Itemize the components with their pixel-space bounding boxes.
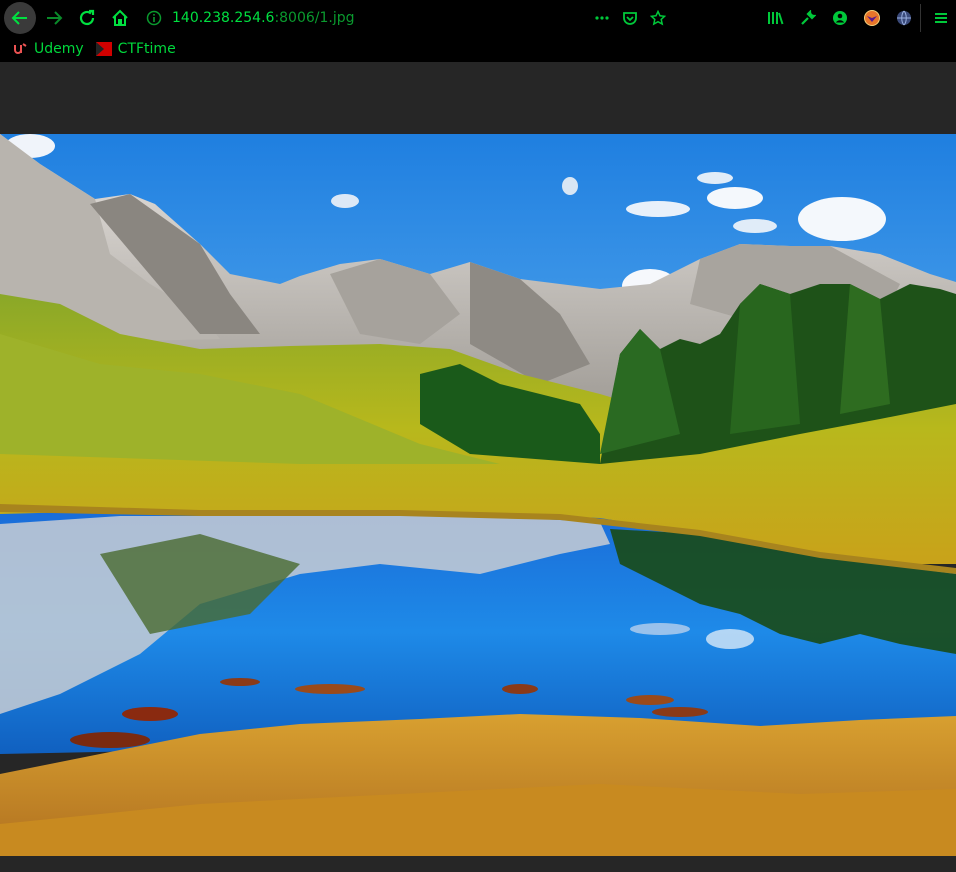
bookmark-star-button[interactable] xyxy=(644,4,672,32)
back-button[interactable] xyxy=(4,2,36,34)
back-arrow-icon xyxy=(11,11,27,25)
open-menu-button[interactable] xyxy=(928,4,954,32)
account-button[interactable] xyxy=(824,4,856,32)
hamburger-menu-icon xyxy=(935,13,947,23)
reload-button[interactable] xyxy=(72,3,102,33)
url-actions xyxy=(588,4,672,32)
url-path: :8006/1.jpg xyxy=(274,10,355,26)
bookmark-label: Udemy xyxy=(34,41,84,57)
more-dots-icon xyxy=(595,16,609,20)
url-text[interactable]: 140.238.254.6:8006/1.jpg xyxy=(172,10,355,26)
forward-arrow-icon xyxy=(47,11,63,25)
url-host: 140.238.254.6 xyxy=(172,10,275,26)
ctftime-flag-icon xyxy=(95,41,112,57)
browser-tools xyxy=(760,4,920,32)
pocket-button[interactable] xyxy=(616,4,644,32)
toolbar-divider xyxy=(920,4,921,32)
extension-fox-icon xyxy=(864,10,880,26)
extension-fox-button[interactable] xyxy=(856,4,888,32)
home-button[interactable] xyxy=(105,3,135,33)
home-icon xyxy=(112,9,128,26)
account-icon xyxy=(833,11,847,25)
reload-icon xyxy=(79,9,95,26)
bookmarks-bar: Udemy CTFtime xyxy=(0,36,956,62)
forward-button[interactable] xyxy=(39,3,69,33)
library-icon xyxy=(768,12,784,25)
page-actions-button[interactable] xyxy=(588,4,616,32)
wrench-icon xyxy=(801,10,816,25)
udemy-icon xyxy=(12,41,28,57)
extension-globe-icon xyxy=(897,10,911,26)
info-icon[interactable] xyxy=(146,10,162,26)
bookmark-star-icon xyxy=(650,10,666,26)
extension-globe-button[interactable] xyxy=(888,4,920,32)
bookmark-ctftime[interactable]: CTFtime xyxy=(95,41,176,57)
library-button[interactable] xyxy=(760,4,792,32)
bookmark-udemy[interactable]: Udemy xyxy=(12,41,84,57)
pocket-icon xyxy=(623,12,637,25)
devtools-button[interactable] xyxy=(792,4,824,32)
bookmark-label: CTFtime xyxy=(117,41,176,57)
landscape-photo xyxy=(0,134,956,856)
displayed-image[interactable] xyxy=(0,134,956,856)
